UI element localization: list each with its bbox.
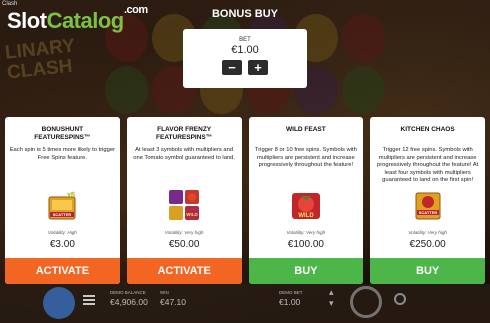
card-volatility: Volatility: Very high: [408, 230, 447, 235]
bet-label: BET: [239, 37, 251, 43]
bonus-card-kitchen-chaos: KITCHEN CHAOS Trigger 12 free spins. Sym…: [370, 117, 485, 284]
card-description: Trigger 12 free spins. Symbols with mult…: [377, 147, 479, 184]
card-volatility: Volatility: Very high: [286, 230, 326, 235]
bet-value: €1.00: [231, 44, 259, 56]
bonus-card-flavor-frenzy: FLAVOR FRENZY FEATURESPINS™ At least 3 s…: [126, 117, 242, 284]
win-label: WIN: [160, 290, 169, 295]
window-title: Clash: [2, 1, 18, 7]
card-title-line2: FEATURESPINS™: [34, 134, 91, 141]
card-price: €250.00: [409, 239, 446, 250]
bonus-cards: BONUSHUNT FEATURESPINS™ Each spin is 5 t…: [5, 117, 485, 284]
buy-button[interactable]: BUY: [248, 258, 364, 284]
balance-label: DEMO BALANCE: [110, 290, 146, 295]
scatter-x5-icon: SCATTER x5: [44, 187, 80, 225]
card-price: €50.00: [168, 239, 200, 250]
card-volatility: Volatility: High: [47, 230, 77, 235]
scatter-icon-text: SCATTER: [418, 210, 437, 215]
card-title-line1: FLAVOR FRENZY: [157, 126, 212, 133]
spin-icon[interactable]: [350, 286, 382, 318]
bonus-card-wild-feast: WILD FEAST Trigger 8 or 10 free spins. S…: [248, 117, 364, 284]
chevron-down-icon[interactable]: ▾: [329, 298, 334, 309]
menu-icon[interactable]: [83, 295, 95, 305]
card-description: Each spin is 5 times more likely to trig…: [9, 147, 116, 161]
demo-bet-label: DEMO BET: [279, 290, 303, 295]
wild-symbols-icon: WILD: [166, 187, 202, 225]
bet-stepper: − +: [183, 60, 307, 75]
card-price: €3.00: [49, 239, 75, 250]
card-title-line1: KITCHEN CHAOS: [400, 126, 455, 133]
win-value: €47.10: [160, 297, 186, 307]
card-price: €100.00: [287, 239, 324, 250]
card-description: At least 3 symbols with multipliers and …: [133, 147, 235, 161]
card-volatility: Volatility: Very high: [164, 230, 204, 235]
scatter-icon-text: SCATTER: [53, 212, 72, 217]
card-title: BONUSHUNT FEATURESPINS™: [12, 126, 112, 143]
card-title-line1: BONUSHUNT: [41, 126, 84, 133]
bet-decrease-button[interactable]: −: [222, 60, 242, 75]
card-title-line2: FEATURESPINS™: [156, 134, 213, 141]
settings-icon[interactable]: [394, 293, 406, 305]
activate-button[interactable]: ACTIVATE: [126, 258, 242, 284]
balance-value: €4,906.00: [110, 297, 148, 307]
chevron-up-icon[interactable]: ▴: [329, 287, 334, 298]
wild-icon-text: WILD: [298, 213, 314, 219]
autoplay-button[interactable]: [43, 287, 75, 319]
card-title: WILD FEAST: [256, 126, 356, 143]
wild-icon-text: WILD: [186, 212, 198, 217]
card-title-line1: WILD FEAST: [286, 126, 326, 133]
bonus-card-bonushunt: BONUSHUNT FEATURESPINS™ Each spin is 5 t…: [5, 117, 120, 284]
card-title: FLAVOR FRENZY FEATURESPINS™: [134, 126, 234, 143]
card-description: Trigger 8 or 10 free spins. Symbols with…: [254, 147, 357, 169]
demo-bet-value: €1.00: [279, 297, 301, 307]
multiplier-badge: x5: [67, 192, 75, 199]
bonus-buy-title: BONUS BUY: [211, 8, 278, 20]
bet-panel: BET €1.00 − +: [183, 29, 307, 88]
scatter-chef-icon: SCATTER: [410, 187, 446, 225]
card-title: KITCHEN CHAOS: [378, 126, 478, 143]
buy-button[interactable]: BUY: [370, 258, 485, 284]
wild-tomato-icon: WILD: [288, 187, 324, 225]
bet-increase-button[interactable]: +: [248, 60, 268, 75]
activate-button[interactable]: ACTIVATE: [5, 258, 120, 284]
